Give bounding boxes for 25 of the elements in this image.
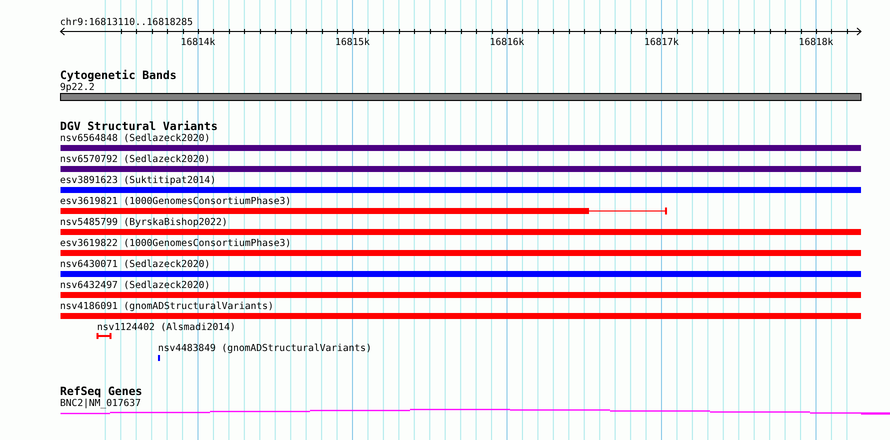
variant-label[interactable]: nsv6564848 (Sedlazeck2020) bbox=[60, 133, 210, 144]
variant-label[interactable]: nsv4483849 (gnomADStructuralVariants) bbox=[158, 343, 372, 354]
variant-label[interactable]: nsv4186091 (gnomADStructuralVariants) bbox=[60, 301, 274, 312]
variant-label[interactable]: esv3619822 (1000GenomesConsortiumPhase3) bbox=[60, 238, 292, 249]
variant-label[interactable]: nsv6430071 (Sedlazeck2020) bbox=[60, 259, 210, 270]
ruler-tick-label: 16815k bbox=[335, 37, 370, 48]
variant-label[interactable]: esv3891623 (Suktitipat2014) bbox=[60, 175, 216, 186]
variant-label[interactable]: nsv6570792 (Sedlazeck2020) bbox=[60, 154, 210, 165]
variant-label[interactable]: esv3619821 (1000GenomesConsortiumPhase3) bbox=[60, 196, 292, 207]
ruler-tick-label: 16817k bbox=[644, 37, 679, 48]
variant-label[interactable]: nsv1124402 (Alsmadi2014) bbox=[97, 322, 236, 333]
track-title: DGV Structural Variants bbox=[60, 119, 218, 133]
region-label: chr9:16813110..16818285 bbox=[60, 17, 193, 28]
ruler-tick-label: 16814k bbox=[180, 37, 216, 48]
variant-label[interactable]: nsv5485799 (ByrskaBishop2022) bbox=[60, 217, 228, 228]
track-title: RefSeq Genes bbox=[60, 384, 142, 398]
band-label: 9p22.2 bbox=[60, 82, 95, 93]
gene-line[interactable] bbox=[60, 408, 890, 415]
ruler-tick-label: 16818k bbox=[798, 37, 834, 48]
variant-label[interactable]: nsv6432497 (Sedlazeck2020) bbox=[60, 280, 210, 291]
track-title: Cytogenetic Bands bbox=[60, 68, 177, 82]
variant-bracket[interactable] bbox=[96, 332, 112, 340]
ruler-tick-label: 16816k bbox=[490, 37, 524, 48]
variant-bar[interactable] bbox=[60, 208, 667, 214]
gene-label[interactable]: BNC2|NM_017637 bbox=[60, 398, 141, 409]
